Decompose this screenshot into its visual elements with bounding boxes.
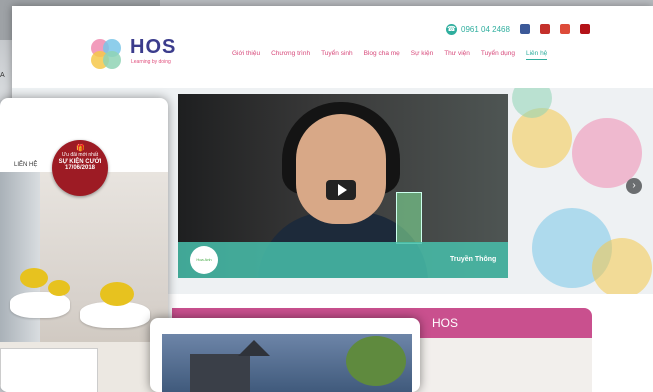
building-screenshot-card[interactable] — [150, 318, 420, 392]
logo-flower-icon — [91, 39, 121, 69]
section-title: HOS — [432, 316, 459, 330]
nav-item-tuyen-dung[interactable]: Tuyển dụng — [481, 50, 515, 60]
background-edge-text: A — [0, 72, 5, 79]
promo-badge[interactable]: 🎁 Ưu đãi mới nhất SỰ KIỆN CƯỚI 17/06/201… — [52, 140, 108, 196]
phone-icon: ☎ — [446, 24, 457, 35]
nav-item-gioi-thieu[interactable]: Giới thiệu — [232, 50, 260, 60]
photo-frame — [0, 348, 98, 392]
venue-table — [10, 292, 70, 318]
youtube-icon[interactable] — [540, 24, 550, 34]
nav-item-blog-cha-me[interactable]: Blog cha mẹ — [364, 50, 400, 60]
decor-fingerprint — [512, 108, 572, 168]
google-plus-icon[interactable] — [560, 24, 570, 34]
play-icon — [338, 184, 347, 196]
slider-next-button[interactable]: › — [626, 178, 642, 194]
badge-subtitle: Ưu đãi mới nhất — [61, 152, 99, 158]
site-header: HOS Learning by doing ☎ 0961 04 2468 Giớ… — [12, 6, 653, 82]
video-person-face — [296, 114, 386, 224]
nav-item-su-kien[interactable]: Sự kiện — [411, 50, 433, 60]
contact-label[interactable]: LIÊN HỆ — [14, 162, 37, 168]
phone-contact[interactable]: ☎ 0961 04 2468 — [446, 24, 510, 35]
badge-date: 17/06/2018 — [64, 165, 96, 171]
main-nav: Giới thiệu Chương trình Tuyển sinh Blog … — [232, 50, 548, 60]
youtube-alt-icon[interactable] — [580, 24, 590, 34]
nav-item-thu-vien[interactable]: Thư viện — [444, 50, 470, 60]
nav-item-chuong-trinh[interactable]: Chương trình — [271, 50, 310, 60]
event-screenshot-card[interactable]: LIÊN HỆ 🎁 Ưu đãi mới nhất SỰ KIỆN CƯỚI 1… — [0, 98, 168, 392]
building — [190, 354, 250, 392]
tree — [346, 336, 406, 386]
video-channel-logo: Hoa Anh — [190, 246, 218, 274]
video-player[interactable]: Hoa Anh Truyền Thông — [178, 94, 508, 278]
gift-icon: 🎁 — [76, 145, 85, 152]
phone-number: 0961 04 2468 — [461, 25, 510, 34]
video-brand: Truyền Thông — [450, 256, 497, 263]
flower-arrangement — [20, 268, 48, 288]
logo-tagline: Learning by doing — [131, 59, 171, 65]
flower-arrangement — [48, 280, 70, 296]
nav-item-tuyen-sinh[interactable]: Tuyển sinh — [321, 50, 353, 60]
nav-item-lien-he[interactable]: Liên hệ — [525, 50, 548, 60]
flower-arrangement — [100, 282, 134, 306]
decor-fingerprint — [592, 238, 652, 294]
building-roof — [238, 340, 270, 356]
logo-text[interactable]: HOS — [130, 36, 176, 59]
video-glass — [396, 192, 422, 244]
facebook-icon[interactable] — [520, 24, 530, 34]
